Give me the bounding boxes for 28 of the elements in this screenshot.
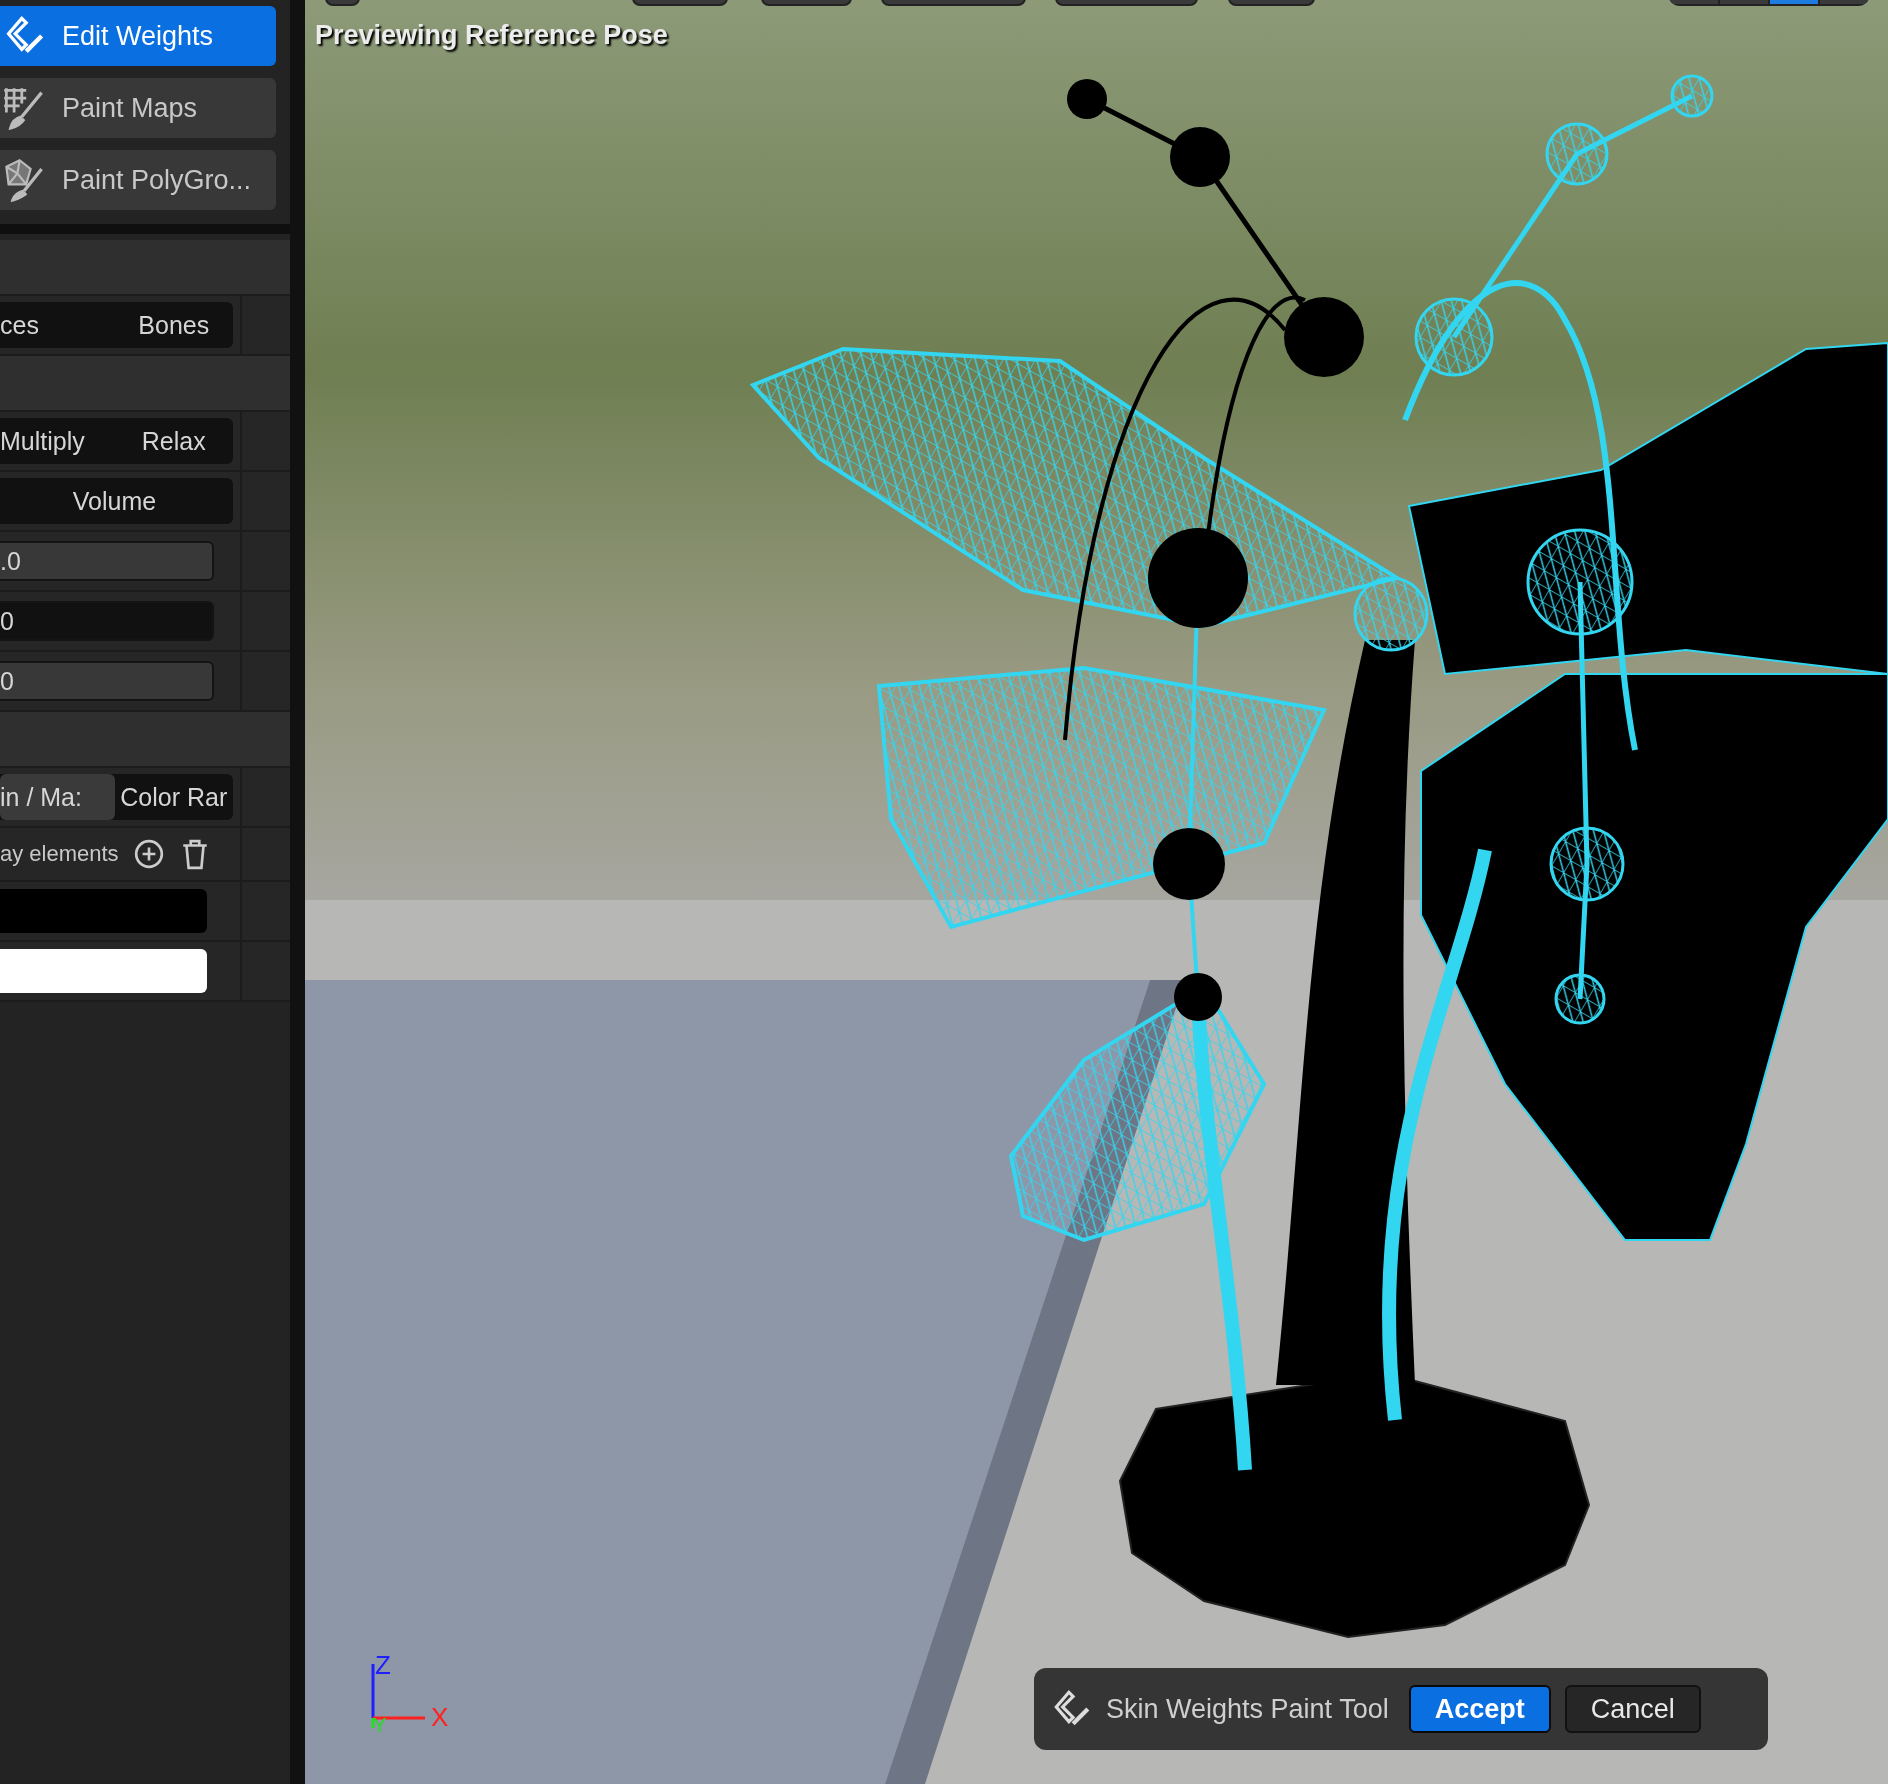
mode-button[interactable]: Paint PolyGro... (0, 150, 276, 210)
cancel-button[interactable]: Cancel (1564, 1685, 1701, 1733)
color-swatch[interactable] (0, 949, 207, 993)
grid-brush-icon (2, 86, 46, 130)
segment-option[interactable]: Relax (114, 418, 233, 464)
segment-option[interactable]: ces (0, 302, 115, 348)
accept-button[interactable]: Accept (1408, 1685, 1551, 1733)
section-header[interactable] (0, 712, 290, 768)
axis-label: X (431, 1702, 449, 1733)
segment-option[interactable]: Bones (114, 302, 233, 348)
axis-label: Z (375, 1650, 391, 1681)
axis-label: Y (373, 1714, 387, 1737)
segment-option[interactable]: in / Ma: (0, 774, 115, 820)
mode-button[interactable]: Paint Maps (0, 78, 276, 138)
splitter-bar[interactable] (290, 0, 305, 1784)
number-field[interactable]: .0 (0, 541, 214, 581)
add-icon[interactable] (132, 838, 165, 870)
segment-option[interactable]: Color Rar (114, 774, 233, 820)
segment-option[interactable]: Multiply (0, 418, 115, 464)
number-field[interactable]: 0 (0, 661, 214, 701)
color-swatch[interactable] (0, 889, 207, 933)
section-header[interactable] (0, 240, 290, 296)
mode-button[interactable]: Edit Weights (0, 6, 276, 66)
section-header[interactable] (0, 356, 290, 412)
viewport-overlay-text: Previewing Reference Pose (315, 20, 668, 51)
number-field[interactable]: 0 (0, 601, 214, 641)
array-label: ay elements (0, 841, 119, 867)
tool-title: Skin Weights Paint Tool (1106, 1693, 1389, 1725)
